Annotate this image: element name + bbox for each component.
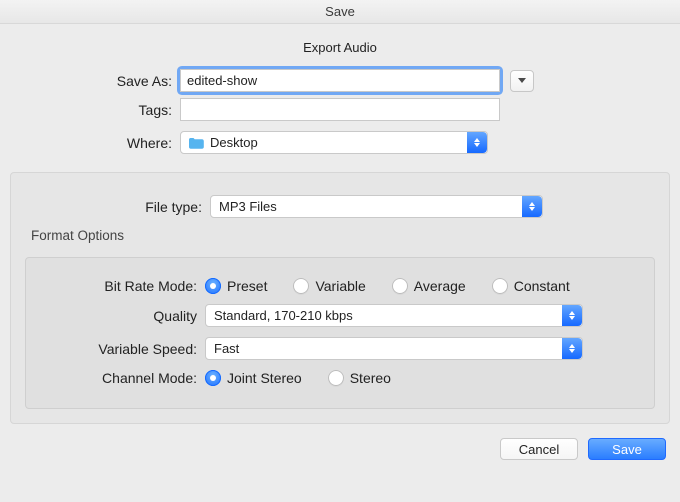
channel-mode-radio-joint[interactable]: Joint Stereo [205, 370, 302, 386]
variable-speed-value: Fast [214, 341, 239, 356]
chevron-down-icon [518, 78, 526, 83]
radio-icon [328, 370, 344, 386]
dialog-subtitle: Export Audio [0, 40, 680, 55]
radio-label: Constant [514, 278, 570, 294]
updown-stepper-icon [562, 338, 582, 359]
format-options-title: Format Options [31, 228, 655, 243]
where-value: Desktop [210, 135, 258, 150]
updown-stepper-icon [522, 196, 542, 217]
radio-icon [392, 278, 408, 294]
radio-icon [492, 278, 508, 294]
tags-input[interactable] [180, 98, 500, 121]
save-as-input[interactable] [180, 69, 500, 92]
quality-value: Standard, 170-210 kbps [214, 308, 353, 323]
window-title: Save [0, 0, 680, 24]
cancel-button[interactable]: Cancel [500, 438, 578, 460]
where-label: Where: [0, 135, 180, 151]
variable-speed-select[interactable]: Fast [205, 337, 583, 360]
file-type-value: MP3 Files [219, 199, 277, 214]
save-button[interactable]: Save [588, 438, 666, 460]
radio-label: Joint Stereo [227, 370, 302, 386]
quality-label: Quality [40, 308, 205, 324]
bit-rate-mode-radio-constant[interactable]: Constant [492, 278, 570, 294]
bit-rate-mode-label: Bit Rate Mode: [40, 278, 205, 294]
where-select[interactable]: Desktop [180, 131, 488, 154]
radio-label: Stereo [350, 370, 391, 386]
file-type-select[interactable]: MP3 Files [210, 195, 543, 218]
bit-rate-mode-radio-variable[interactable]: Variable [293, 278, 365, 294]
radio-label: Average [414, 278, 466, 294]
updown-stepper-icon [467, 132, 487, 153]
radio-icon [205, 278, 221, 294]
radio-icon [205, 370, 221, 386]
variable-speed-label: Variable Speed: [40, 341, 205, 357]
format-options-group: Bit Rate Mode: Preset Variable Average C… [25, 257, 655, 409]
folder-icon [189, 137, 204, 149]
updown-stepper-icon [562, 305, 582, 326]
save-as-label: Save As: [0, 73, 180, 89]
tags-label: Tags: [0, 102, 180, 118]
expand-save-panel-button[interactable] [510, 70, 534, 92]
bit-rate-mode-radio-preset[interactable]: Preset [205, 278, 267, 294]
channel-mode-label: Channel Mode: [40, 370, 205, 386]
quality-select[interactable]: Standard, 170-210 kbps [205, 304, 583, 327]
file-type-label: File type: [25, 199, 210, 215]
options-panel: File type: MP3 Files Format Options Bit … [10, 172, 670, 424]
channel-mode-radio-stereo[interactable]: Stereo [328, 370, 391, 386]
radio-icon [293, 278, 309, 294]
bit-rate-mode-radio-average[interactable]: Average [392, 278, 466, 294]
radio-label: Variable [315, 278, 365, 294]
radio-label: Preset [227, 278, 267, 294]
